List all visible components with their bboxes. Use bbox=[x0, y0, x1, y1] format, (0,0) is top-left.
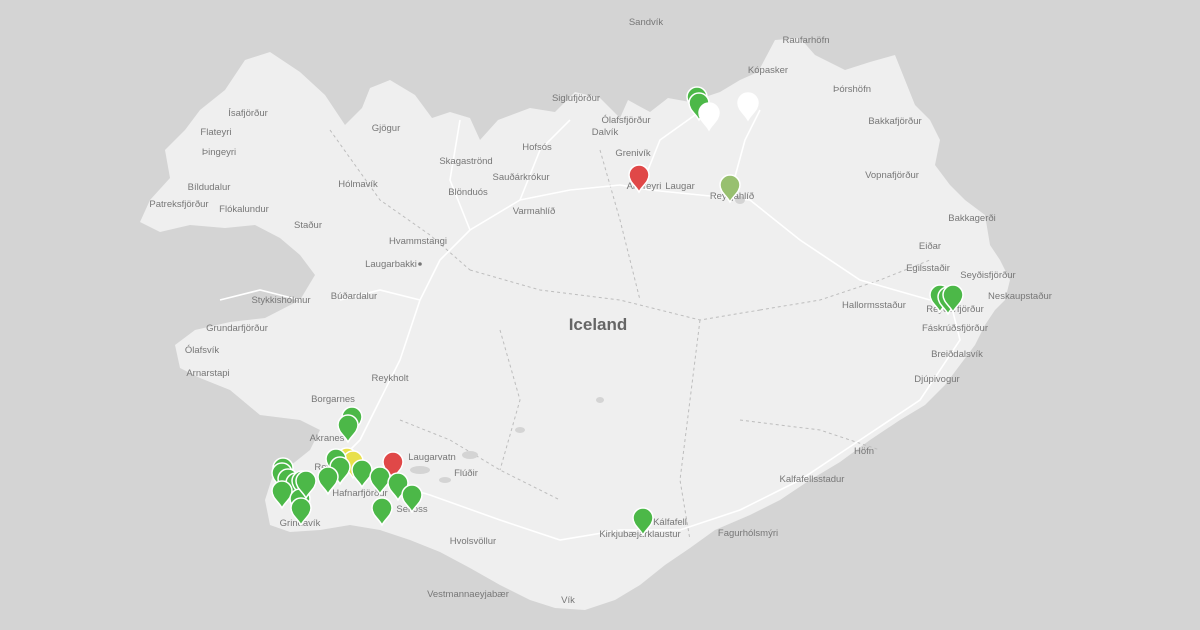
place-label: Gjögur bbox=[372, 123, 401, 134]
place-label: Laugarbakki bbox=[365, 259, 417, 270]
place-label: Breiðdalsvík bbox=[931, 349, 983, 360]
place-label: Sandvík bbox=[629, 17, 664, 28]
place-label: Bakkafjörður bbox=[868, 116, 921, 127]
place-label: Fagurhólsmýri bbox=[718, 528, 778, 539]
place-label: Stykkishólmur bbox=[251, 295, 310, 306]
place-label: Kálfafell bbox=[653, 517, 687, 528]
place-label: Dalvík bbox=[592, 127, 619, 138]
place-label: Bíldudalur bbox=[188, 182, 231, 193]
place-label: Hvammstangi bbox=[389, 236, 447, 247]
place-label: Laugarvatn bbox=[408, 452, 456, 463]
place-label: Siglufjörður bbox=[552, 93, 600, 104]
place-label: Arnarstapi bbox=[186, 368, 229, 379]
place-label: Ólafsfjörður bbox=[601, 115, 650, 126]
place-label: Djúpivogur bbox=[914, 374, 959, 385]
map-svg: Iceland Sandvík Raufarhöfn Kópasker Þórs… bbox=[140, 17, 1052, 610]
place-label: Sauðárkrókur bbox=[492, 172, 549, 183]
place-label: Búðardalur bbox=[331, 291, 377, 302]
place-label: Neskaupstaður bbox=[988, 291, 1052, 302]
place-label: Grenivík bbox=[615, 148, 651, 159]
place-label: Flókalundur bbox=[219, 204, 269, 215]
town-dot bbox=[418, 262, 422, 266]
place-label: Staður bbox=[294, 220, 322, 231]
place-label: Akranes bbox=[310, 433, 345, 444]
place-label: Vík bbox=[561, 595, 575, 606]
place-label: Höfn bbox=[854, 446, 874, 457]
place-label: Raufarhöfn bbox=[782, 35, 829, 46]
place-label: Blönduós bbox=[448, 187, 488, 198]
place-label: Fáskrúðsfjörður bbox=[922, 323, 988, 334]
place-label: Ólafsvík bbox=[185, 345, 220, 356]
place-label: Þingeyri bbox=[202, 147, 236, 158]
place-label: Bakkagerði bbox=[948, 213, 996, 224]
place-label: Egilsstaðir bbox=[906, 263, 950, 274]
country-label: Iceland bbox=[569, 315, 628, 334]
place-label: Kópasker bbox=[748, 65, 788, 76]
place-label: Kalfafellsstadur bbox=[780, 474, 845, 485]
place-label: Seyðisfjörður bbox=[960, 270, 1015, 281]
place-label: Hólmavík bbox=[338, 179, 378, 190]
place-label: Laugar bbox=[665, 181, 695, 192]
place-label: Varmahlíð bbox=[513, 206, 556, 217]
place-label: Hallormsstaður bbox=[842, 300, 906, 311]
place-label: Vopnafjörður bbox=[865, 170, 919, 181]
place-label: Hofsós bbox=[522, 142, 552, 153]
place-label: Eiðar bbox=[919, 241, 941, 252]
place-label: Ísafjörður bbox=[228, 108, 268, 119]
place-label: Flúðir bbox=[454, 468, 478, 479]
place-label: Hvolsvöllur bbox=[450, 536, 496, 547]
place-label: Þórshöfn bbox=[833, 84, 871, 95]
place-label: Vestmannaeyjabær bbox=[427, 589, 509, 600]
place-label: Grundarfjörður bbox=[206, 323, 268, 334]
map-canvas[interactable]: Iceland Sandvík Raufarhöfn Kópasker Þórs… bbox=[0, 0, 1200, 630]
place-label: Skagaströnd bbox=[439, 156, 492, 167]
place-label: Borgarnes bbox=[311, 394, 355, 405]
place-label: Patreksfjörður bbox=[149, 199, 208, 210]
place-label: Flateyri bbox=[200, 127, 231, 138]
place-label: Reykholt bbox=[372, 373, 409, 384]
